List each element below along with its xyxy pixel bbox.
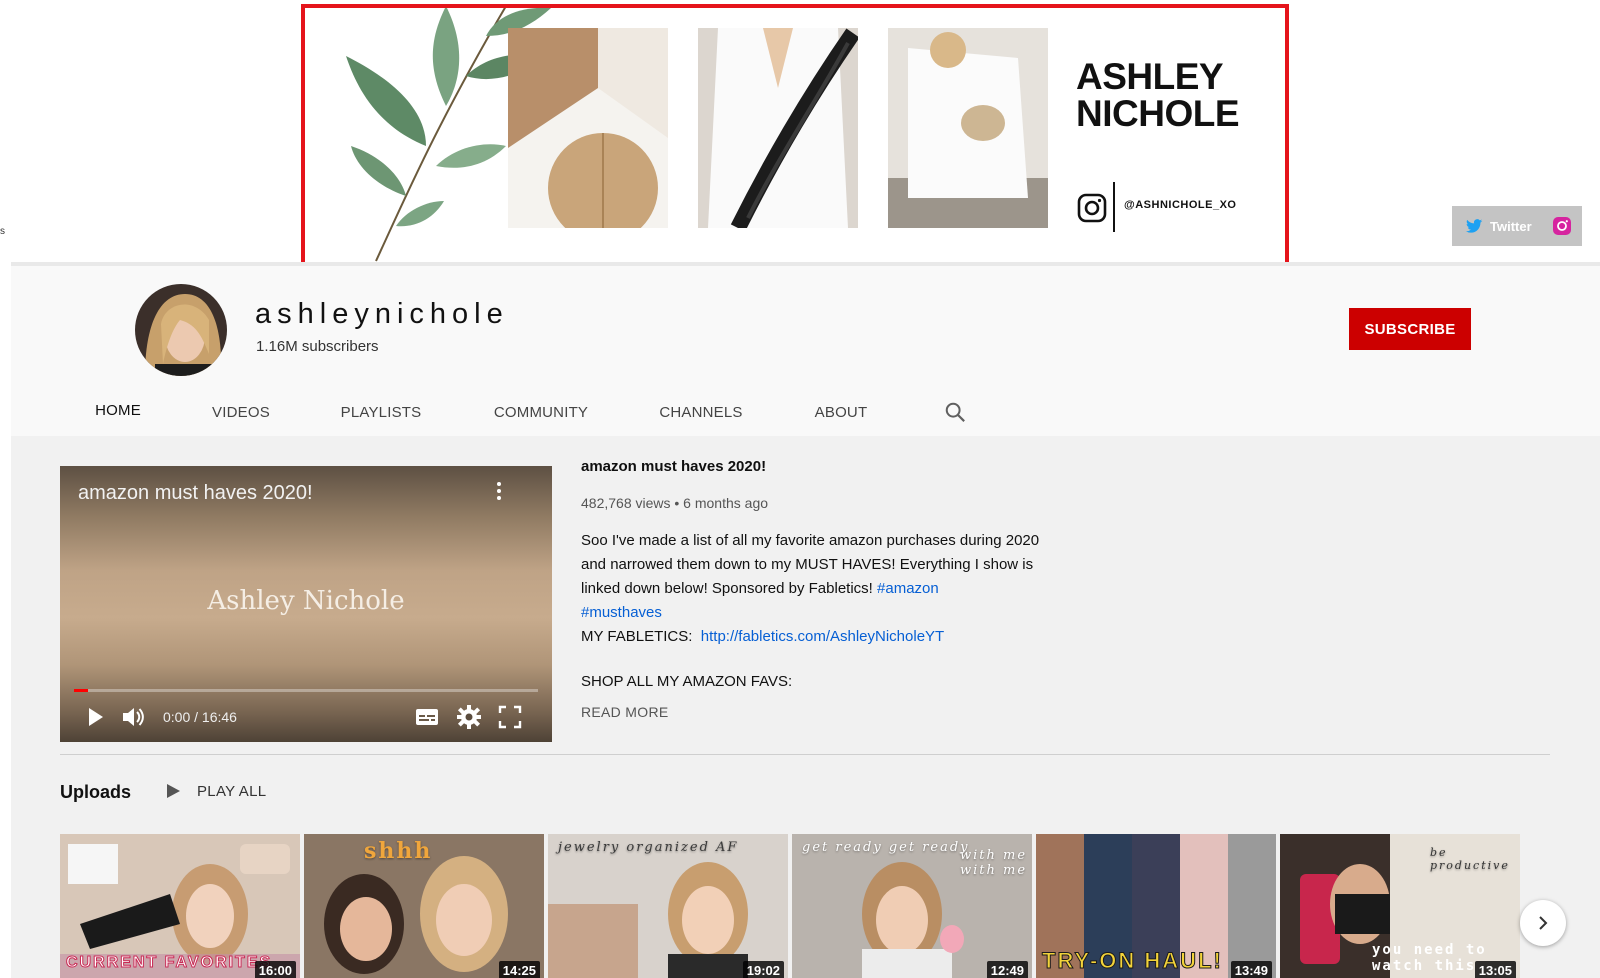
twitter-link-label[interactable]: Twitter (1490, 219, 1532, 234)
video-thumbnail[interactable]: be productive you need to watch this 13:… (1280, 834, 1520, 978)
thumbnail-overlay-text: jewelry organized AF (558, 840, 739, 855)
featured-video-info: amazon must haves 2020! 482,768 views • … (581, 458, 1051, 720)
more-vert-icon[interactable] (488, 480, 510, 502)
banner-separator (1113, 182, 1115, 232)
tab-about[interactable]: ABOUT (777, 384, 905, 440)
video-duration: 16:00 (254, 961, 296, 978)
description-text: Soo I've made a list of all my favorite … (581, 532, 1040, 597)
channel-banner: ASHLEY NICHOLE @ASHNICHOLE_XO (306, 6, 1286, 274)
channel-tabs: HOME VIDEOS PLAYLISTS COMMUNITY CHANNELS… (59, 384, 975, 440)
player-title[interactable]: amazon must haves 2020! (78, 482, 313, 505)
captions-icon[interactable] (414, 704, 440, 730)
instagram-icon (1077, 193, 1107, 223)
subscriber-count: 1.16M subscribers (256, 338, 379, 355)
video-watermark-logo: Ashley Nichole (207, 586, 405, 616)
video-duration: 13:05 (1474, 961, 1516, 978)
thumbnail-overlay-text: be productive (1430, 846, 1510, 872)
play-icon[interactable] (82, 704, 108, 730)
progress-fill (74, 689, 88, 692)
video-thumbnail[interactable]: jewelry organized AF 19:02 (548, 834, 788, 978)
subscribe-button[interactable]: SUBSCRIBE (1349, 308, 1471, 350)
section-divider (60, 754, 1550, 755)
hashtag-amazon[interactable]: #amazon (877, 580, 939, 597)
video-duration: 19:02 (742, 961, 784, 978)
tab-channels[interactable]: CHANNELS (625, 384, 777, 440)
channel-search-button[interactable] (935, 384, 975, 440)
volume-icon[interactable] (120, 704, 146, 730)
banner-photo-1 (508, 28, 668, 228)
fullscreen-icon[interactable] (497, 704, 523, 730)
stray-text: s (0, 226, 5, 237)
hashtag-musthaves[interactable]: #musthaves (581, 604, 662, 621)
tab-playlists[interactable]: PLAYLISTS (305, 384, 457, 440)
banner-title: ASHLEY NICHOLE (1076, 56, 1240, 134)
video-thumbnail[interactable]: get ready get ready with me with me 12:4… (792, 834, 1032, 978)
video-thumbnail[interactable]: TRY-ON HAUL! 13:49 (1036, 834, 1276, 978)
thumbnail-overlay-text: get ready get ready (802, 840, 970, 855)
fabletics-label: MY FABLETICS: (581, 628, 701, 645)
tab-home[interactable]: HOME (59, 384, 177, 440)
instagram-handle: @ASHNICHOLE_XO (1124, 199, 1237, 211)
shop-amazon-line: SHOP ALL MY AMAZON FAVS: (581, 673, 793, 690)
banner-photo-2 (698, 28, 858, 228)
featured-video-player[interactable]: amazon must haves 2020! Ashley Nichole 0… (60, 466, 552, 742)
video-duration: 14:25 (498, 961, 540, 978)
shelf-next-button[interactable] (1520, 900, 1566, 946)
player-time: 0:00 / 16:46 (163, 709, 237, 725)
twitter-icon[interactable] (1464, 216, 1484, 236)
featured-video-meta: 482,768 views • 6 months ago (581, 495, 769, 511)
settings-gear-icon[interactable] (456, 704, 482, 730)
chevron-right-icon[interactable] (1534, 914, 1552, 932)
channel-avatar[interactable] (135, 284, 227, 376)
fabletics-link[interactable]: http://fabletics.com/AshleyNicholeYT (701, 628, 944, 645)
thumbnail-overlay-subtext: with me with me (960, 848, 1028, 878)
channel-home-content: amazon must haves 2020! Ashley Nichole 0… (11, 436, 1600, 978)
tab-community[interactable]: COMMUNITY (457, 384, 625, 440)
video-duration: 13:49 (1230, 961, 1272, 978)
tab-videos[interactable]: VIDEOS (177, 384, 305, 440)
featured-video-title[interactable]: amazon must haves 2020! (581, 458, 1051, 475)
instagram-link-icon[interactable] (1552, 216, 1572, 236)
video-thumbnail[interactable]: CURRENT FAVORITES 16:00 (60, 834, 300, 978)
search-icon[interactable] (944, 401, 966, 423)
play-all-label[interactable]: PLAY ALL (197, 783, 266, 800)
banner-photo-3 (888, 28, 1048, 228)
thumbnail-title-text: shhh (364, 838, 433, 864)
channel-header: ashleynichole 1.16M subscribers SUBSCRIB… (11, 262, 1600, 440)
channel-name: ashleynichole (255, 298, 509, 330)
progress-bar[interactable] (74, 689, 538, 692)
featured-video-description: Soo I've made a list of all my favorite … (581, 529, 1051, 649)
video-duration: 12:49 (986, 961, 1028, 978)
read-more-button[interactable]: READ MORE (581, 704, 1051, 720)
thumbnail-title-text: CURRENT FAVORITES (65, 954, 273, 972)
play-all-icon[interactable] (163, 781, 183, 801)
uploads-heading[interactable]: Uploads (60, 782, 131, 803)
social-links[interactable]: Twitter (1452, 206, 1582, 246)
play-all-button[interactable]: PLAY ALL (163, 781, 266, 801)
thumbnail-title-text: TRY-ON HAUL! (1042, 948, 1223, 974)
video-thumbnail[interactable]: shhh 14:25 (304, 834, 544, 978)
